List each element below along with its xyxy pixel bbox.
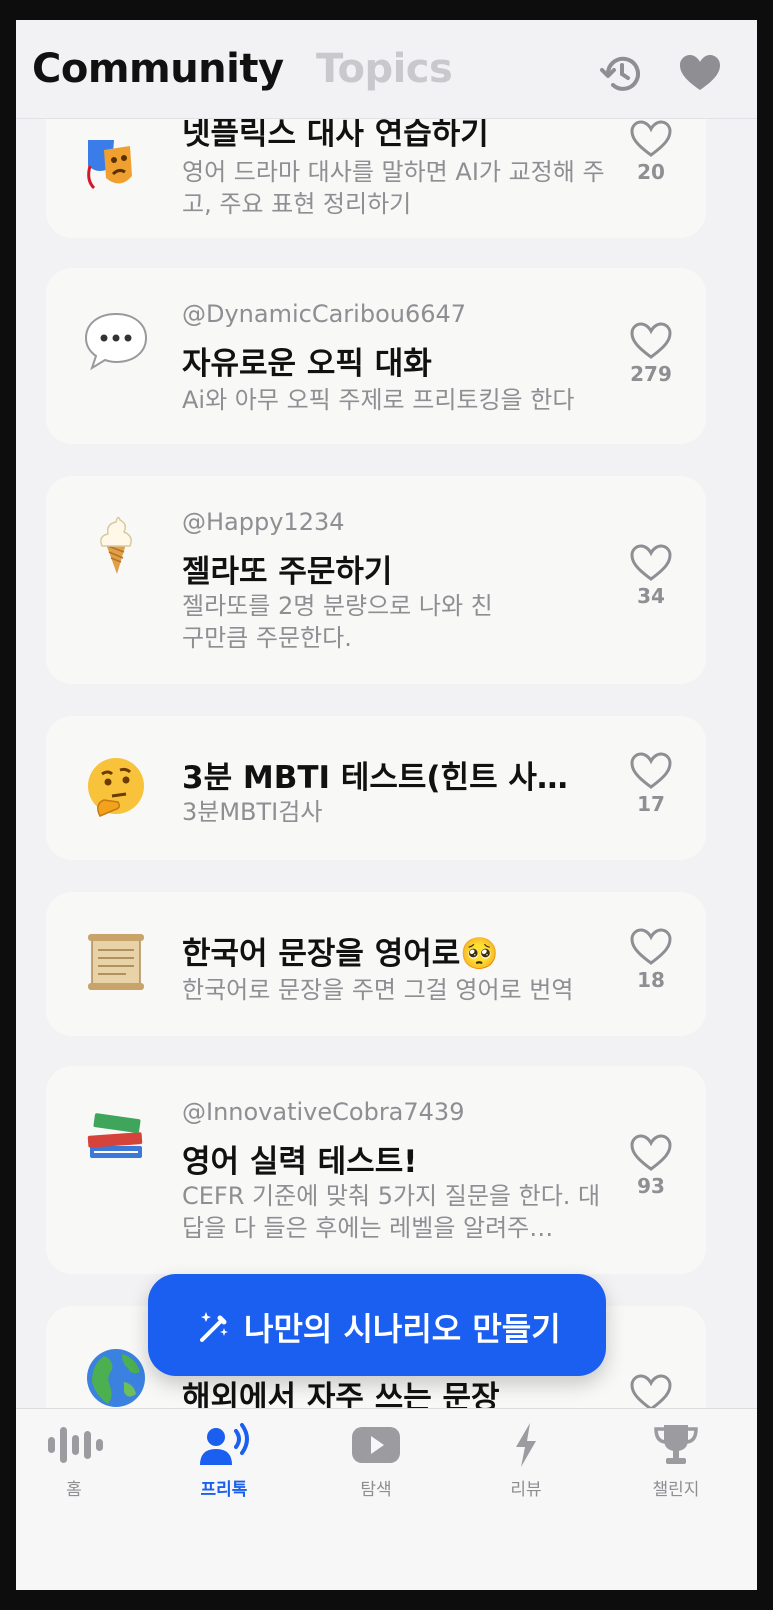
history-icon[interactable] [600, 52, 644, 96]
card-title: 3분 MBTI 테스트(힌트 사… [182, 760, 568, 796]
thinking-face-icon [88, 758, 144, 817]
tab-label: 프리톡 [200, 1480, 248, 1500]
like-button[interactable]: 18 [626, 928, 676, 992]
card-description: CEFR 기준에 맞춰 5가지 질문을 한다. 대답을 다 들은 후에는 레벨을… [182, 1182, 601, 1242]
like-button[interactable]: 20 [626, 120, 676, 184]
tab-review[interactable]: 리뷰 [466, 1423, 586, 1500]
like-count: 18 [637, 968, 665, 992]
heart-outline-icon [630, 322, 672, 359]
card-description: 3분MBTI검사 [182, 798, 323, 826]
tab-community[interactable]: Community [32, 46, 284, 92]
app-screen: 넷플릭스 대사 연습하기 영어 드라마 대사를 말하면 AI가 교정해 주고, … [16, 20, 757, 1590]
card-author: @DynamicCaribou6647 [182, 300, 467, 328]
like-button[interactable]: 34 [626, 544, 676, 608]
trophy-icon [654, 1425, 698, 1464]
card-title: 자유로운 오픽 대화 [182, 346, 432, 382]
speech-bubble-icon [84, 312, 148, 371]
card-title: 해외에서 자주 쓰는 문장 [182, 1380, 500, 1410]
tab-freetalk[interactable]: 프리톡 [164, 1423, 284, 1500]
like-count: 279 [630, 362, 672, 386]
like-count: 93 [637, 1174, 665, 1198]
like-button[interactable]: 17 [626, 752, 676, 816]
heart-outline-icon [630, 544, 672, 581]
like-count: 20 [637, 160, 665, 184]
person-speaking-icon [200, 1423, 249, 1465]
create-scenario-button[interactable]: 나만의 시나리오 만들기 [148, 1274, 606, 1376]
topic-card[interactable]: @Happy1234 젤라또 주문하기 젤라또를 2명 분량으로 나와 친구만큼… [46, 476, 706, 684]
heart-outline-icon [630, 120, 672, 157]
heart-outline-icon [630, 928, 672, 965]
card-title: 영어 실력 테스트! [182, 1144, 418, 1180]
card-title: 젤라또 주문하기 [182, 554, 393, 590]
tab-label: 탐색 [360, 1480, 392, 1500]
topic-card[interactable]: @InnovativeCobra7439 영어 실력 테스트! CEFR 기준에… [46, 1066, 706, 1274]
waveform-icon [48, 1427, 103, 1463]
scroll-icon [88, 934, 144, 990]
card-title: 한국어 문장을 영어로🥺 [182, 936, 499, 972]
tab-label: 홈 [66, 1480, 82, 1500]
topic-feed[interactable]: 넷플릭스 대사 연습하기 영어 드라마 대사를 말하면 AI가 교정해 주고, … [16, 20, 757, 1410]
globe-icon [87, 1349, 145, 1407]
heart-outline-icon [630, 1374, 672, 1410]
heart-outline-icon [630, 1134, 672, 1171]
soft-ice-cream-icon [100, 516, 132, 574]
books-icon [87, 1113, 143, 1158]
like-count: 34 [637, 584, 665, 608]
card-description: 젤라또를 2명 분량으로 나와 친구만큼 주문한다. [182, 592, 493, 652]
magic-wand-icon [200, 1312, 228, 1342]
heart-filled-icon[interactable] [678, 52, 722, 96]
topic-card[interactable]: 한국어 문장을 영어로🥺 한국어로 문장을 주면 그걸 영어로 번역 18 [46, 892, 706, 1036]
create-scenario-label: 나만의 시나리오 만들기 [244, 1310, 561, 1348]
card-author: @Happy1234 [182, 508, 345, 536]
like-button[interactable]: 93 [626, 1134, 676, 1198]
top-header: Community Topics [16, 20, 757, 119]
card-author: @InnovativeCobra7439 [182, 1098, 465, 1126]
theater-masks-icon [87, 140, 132, 190]
heart-outline-icon [630, 752, 672, 789]
card-description: 한국어로 문장을 주면 그걸 영어로 번역 [182, 976, 574, 1004]
tab-label: 리뷰 [510, 1480, 542, 1500]
like-button[interactable] [626, 1374, 676, 1410]
tab-topics[interactable]: Topics [316, 46, 453, 92]
card-description: Ai와 아무 오픽 주제로 프리토킹을 한다 [182, 386, 575, 414]
bottom-tab-bar: 홈 프리톡 탐색 리뷰 챌린지 [16, 1408, 757, 1590]
tab-challenge[interactable]: 챌린지 [616, 1423, 736, 1500]
tab-home[interactable]: 홈 [16, 1423, 134, 1500]
topic-card[interactable]: @DynamicCaribou6647 자유로운 오픽 대화 Ai와 아무 오픽… [46, 268, 706, 444]
like-count: 17 [637, 792, 665, 816]
lightning-bolt-icon [516, 1423, 536, 1467]
card-description: 영어 드라마 대사를 말하면 AI가 교정해 주고, 주요 표현 정리하기 [182, 158, 605, 218]
tab-label: 챌린지 [652, 1480, 700, 1500]
tab-explore[interactable]: 탐색 [316, 1423, 436, 1500]
topic-card[interactable]: 3분 MBTI 테스트(힌트 사… 3분MBTI검사 17 [46, 716, 706, 860]
like-button[interactable]: 279 [626, 322, 676, 386]
play-video-icon [352, 1427, 400, 1463]
